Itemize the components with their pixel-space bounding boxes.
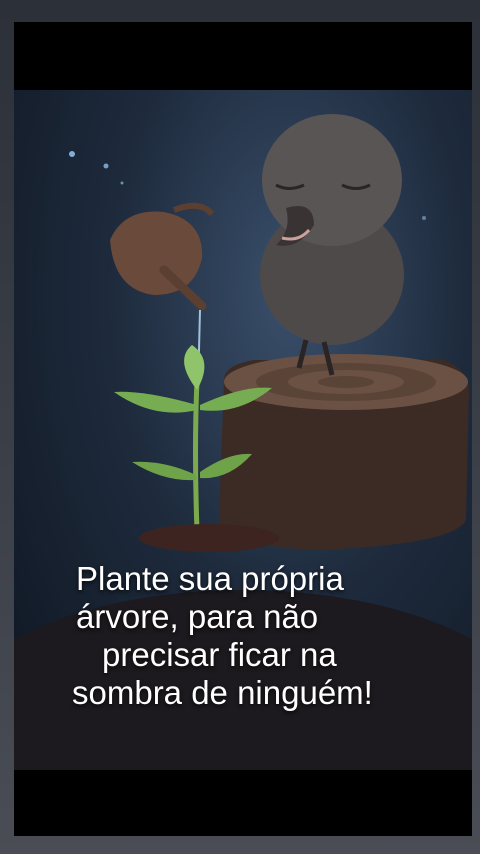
caption-line-2: árvore, para não: [76, 598, 319, 635]
letterbox-top: [14, 22, 472, 90]
caption-line-1: Plante sua própria: [76, 560, 344, 597]
quote-caption: Plante sua própria árvore, para não prec…: [14, 560, 472, 712]
caption-line-3: precisar ficar na: [102, 636, 337, 673]
caption-line-4: sombra de ninguém!: [72, 674, 373, 711]
letterbox-bottom: [14, 770, 472, 836]
